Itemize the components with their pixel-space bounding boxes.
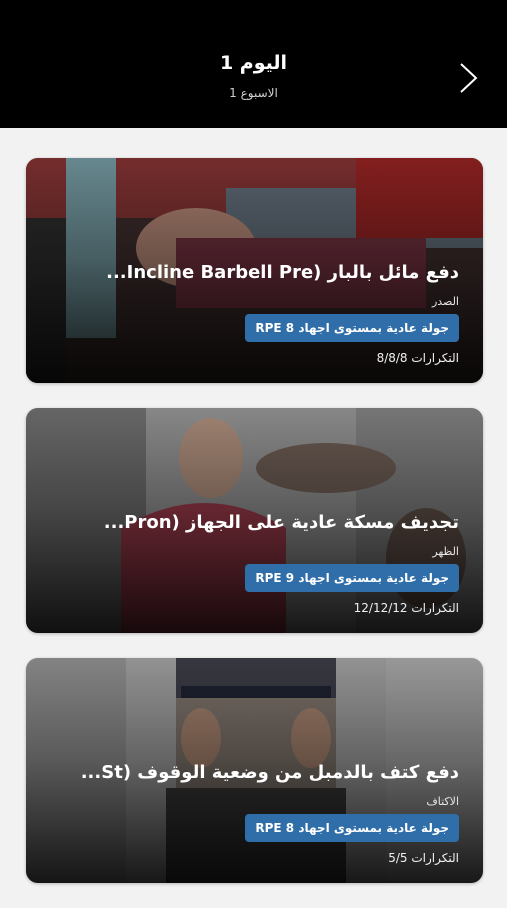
rpe-badge: جولة عادية بمستوى اجهاد RPE 8 <box>245 314 459 342</box>
rpe-badge: جولة عادية بمستوى اجهاد RPE 9 <box>245 564 459 592</box>
workout-info: دفع كتف بالدمبل من وضعية الوقوف (St... ا… <box>39 761 459 865</box>
workout-info: تجديف مسكة عادية على الجهاز (Pron... الظ… <box>39 511 459 615</box>
workout-card[interactable]: دفع كتف بالدمبل من وضعية الوقوف (St... ا… <box>26 658 483 883</box>
week-subtitle: الاسبوع 1 <box>229 86 278 100</box>
muscle-group: الاكتاف <box>426 795 459 808</box>
muscle-group: الصدر <box>431 295 459 308</box>
workout-card[interactable]: تجديف مسكة عادية على الجهاز (Pron... الظ… <box>26 408 483 633</box>
reps-text: التكرارات 8/8/8 <box>376 351 459 365</box>
muscle-group: الظهر <box>432 545 459 558</box>
exercise-title: دفع كتف بالدمبل من وضعية الوقوف (St... <box>80 762 459 783</box>
workout-list: دفع مائل بالبار (Incline Barbell Pre... … <box>26 158 483 908</box>
reps-text: التكرارات 12/12/12 <box>353 601 459 615</box>
day-title: اليوم 1 <box>219 52 288 74</box>
reps-text: التكرارات 5/5 <box>388 851 459 865</box>
workout-card[interactable]: دفع مائل بالبار (Incline Barbell Pre... … <box>26 158 483 383</box>
workout-info: دفع مائل بالبار (Incline Barbell Pre... … <box>39 261 459 365</box>
exercise-title: تجديف مسكة عادية على الجهاز (Pron... <box>103 512 459 533</box>
app-header: اليوم 1 الاسبوع 1 <box>0 0 507 128</box>
exercise-title: دفع مائل بالبار (Incline Barbell Pre... <box>106 262 459 283</box>
rpe-badge: جولة عادية بمستوى اجهاد RPE 8 <box>245 814 459 842</box>
